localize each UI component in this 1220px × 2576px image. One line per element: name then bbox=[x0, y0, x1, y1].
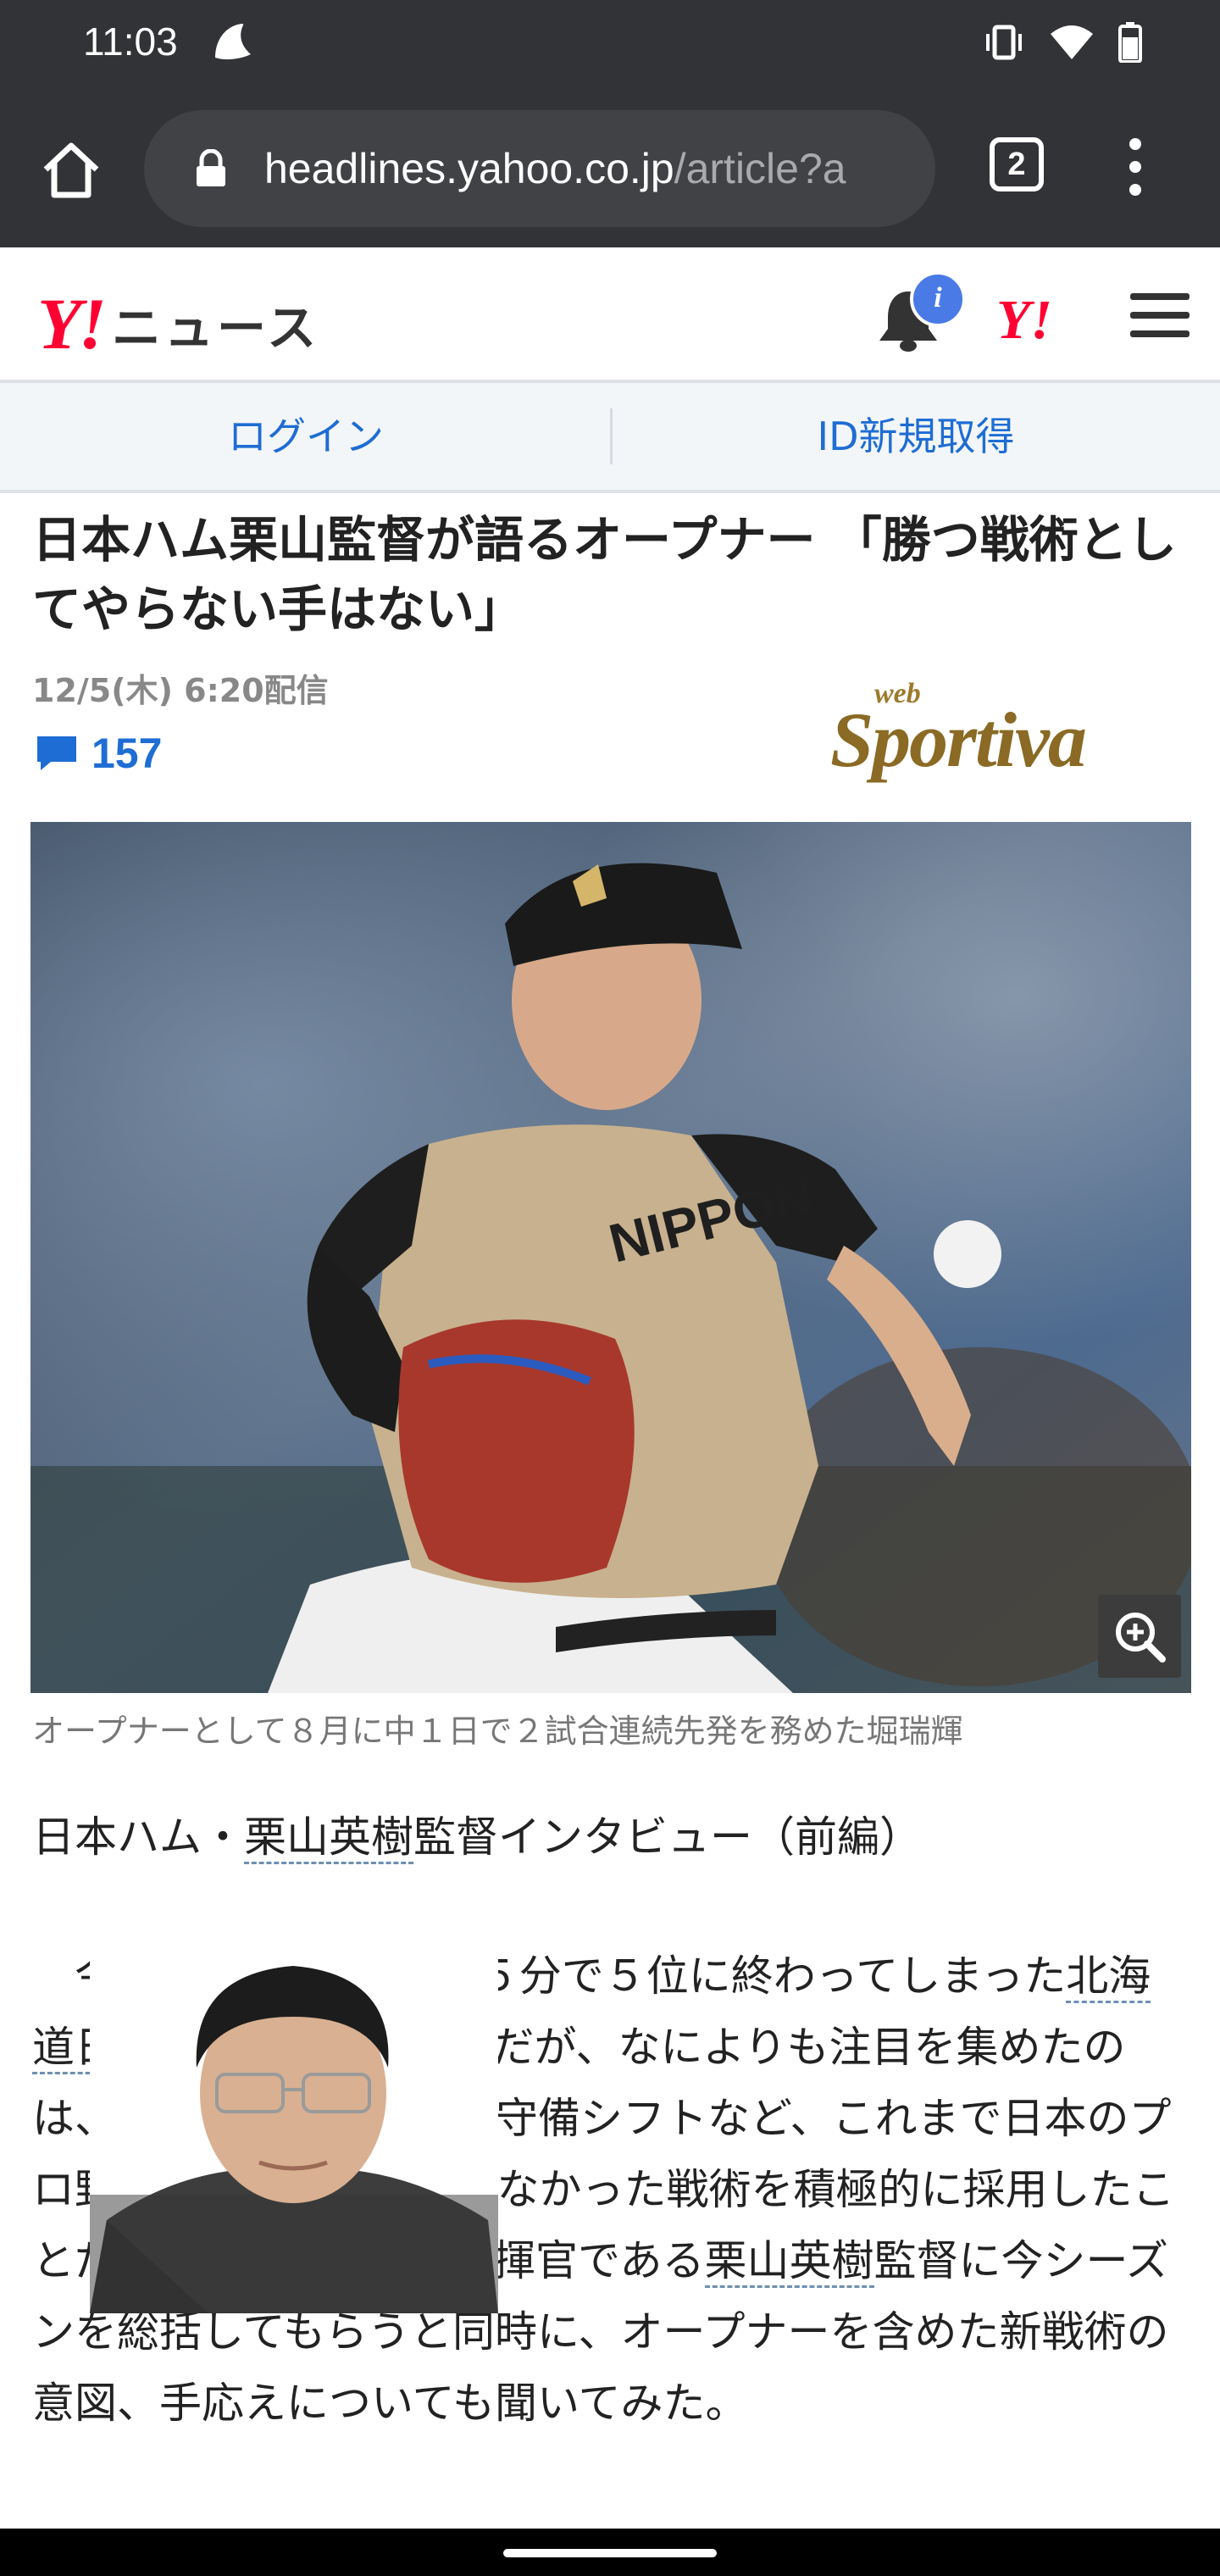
battery-icon bbox=[1118, 22, 1142, 63]
url-path: /article?a bbox=[674, 145, 846, 192]
pip-person-image bbox=[90, 1940, 498, 2313]
photo-caption: オープナーとして８月に中１日で２試合連続先発を務めた堀瑞輝 bbox=[32, 1713, 963, 1750]
source-logo[interactable]: web Sportiva bbox=[830, 678, 1118, 783]
comment-link[interactable]: 157 bbox=[34, 729, 162, 778]
home-icon[interactable] bbox=[37, 136, 105, 203]
notification-badge: i bbox=[910, 271, 966, 327]
wifi-icon bbox=[1051, 25, 1093, 59]
subhead-prefix: 日本ハム・ bbox=[32, 1813, 244, 1862]
article-subhead: 日本ハム・栗山英樹監督インタビュー（前編） bbox=[32, 1803, 922, 1864]
site-header: Y! ニュース i Y! bbox=[0, 247, 1220, 383]
subhead-person-link[interactable]: 栗山英樹 bbox=[244, 1813, 413, 1864]
status-bar: 11:03 bbox=[0, 0, 1220, 85]
notification-app-icon bbox=[215, 23, 254, 60]
hamburger-menu-icon[interactable] bbox=[1130, 293, 1190, 344]
yahoo-top-link[interactable]: Y! bbox=[996, 288, 1052, 353]
logo-y: Y! bbox=[37, 283, 107, 364]
pitcher-photo: NIPPON bbox=[30, 822, 1191, 1693]
pip-video-overlay[interactable] bbox=[90, 1940, 498, 2313]
article-headline: 日本ハム栗山監督が語るオープナー 「勝つ戦術としてやらない手はない」 bbox=[32, 511, 1177, 638]
yahoo-news-logo[interactable]: Y! ニュース bbox=[37, 281, 319, 366]
login-link[interactable]: ログイン bbox=[0, 383, 612, 490]
publish-date: 12/5(木) 6:20配信 bbox=[32, 672, 329, 709]
more-menu-icon[interactable] bbox=[1118, 137, 1152, 197]
home-gesture-handle[interactable] bbox=[503, 2549, 717, 2557]
body-person-link[interactable]: 栗山英樹 bbox=[704, 2236, 874, 2288]
comment-icon bbox=[37, 736, 76, 770]
status-icons bbox=[983, 22, 1142, 63]
source-logo-name: Sportiva bbox=[830, 697, 1087, 783]
logo-news: ニュース bbox=[112, 299, 320, 357]
url-text: headlines.yahoo.co.jp/article?a bbox=[264, 144, 925, 193]
subhead-suffix: 監督インタビュー（前編） bbox=[413, 1813, 922, 1862]
lock-icon bbox=[197, 149, 225, 186]
article-photo[interactable]: NIPPON bbox=[30, 822, 1191, 1693]
tab-switcher-button[interactable]: 2 bbox=[990, 137, 1044, 192]
login-bar: ログイン ID新規取得 bbox=[0, 383, 1220, 493]
register-link[interactable]: ID新規取得 bbox=[612, 383, 1220, 490]
browser-toolbar: headlines.yahoo.co.jp/article?a 2 bbox=[0, 85, 1220, 247]
status-time: 11:03 bbox=[83, 19, 178, 64]
zoom-icon[interactable] bbox=[1098, 1595, 1181, 1678]
url-bar[interactable]: headlines.yahoo.co.jp/article?a bbox=[144, 110, 935, 227]
url-host: headlines.yahoo.co.jp bbox=[264, 145, 674, 192]
vibrate-icon bbox=[986, 25, 1022, 60]
system-nav-bar bbox=[0, 2529, 1220, 2576]
comment-count: 157 bbox=[92, 730, 163, 777]
